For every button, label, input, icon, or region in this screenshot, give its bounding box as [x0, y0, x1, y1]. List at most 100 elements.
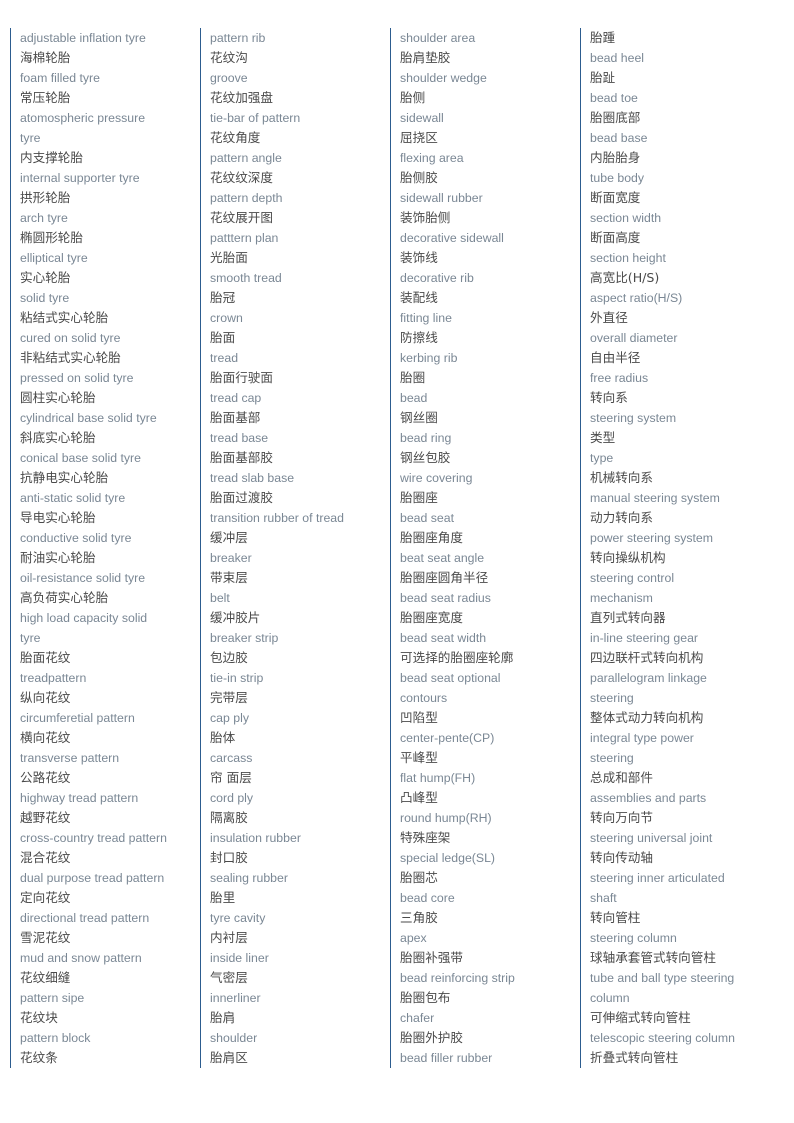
- glossary-term: innerliner: [210, 991, 261, 1005]
- glossary-term: 平峰型: [400, 750, 438, 765]
- glossary-term: shaft: [590, 891, 617, 905]
- glossary-term: 缓冲胶片: [210, 610, 261, 625]
- glossary-term: bead core: [400, 891, 455, 905]
- glossary-term: 球轴承套管式转向管柱: [590, 950, 716, 965]
- glossary-term: 转向管柱: [590, 910, 641, 925]
- glossary-term: 胎面过渡胶: [210, 490, 273, 505]
- glossary-term: 总成和部件: [590, 770, 653, 785]
- glossary-term: 混合花纹: [20, 850, 71, 865]
- glossary-term: special ledge(SL): [400, 851, 496, 865]
- glossary-term: 凸峰型: [400, 790, 438, 805]
- glossary-term: integral type power: [590, 731, 694, 745]
- glossary-term: 胎冠: [210, 290, 236, 305]
- glossary-term: steering system: [590, 411, 677, 425]
- glossary-term: 断面高度: [590, 230, 641, 245]
- glossary-term: 胎面花纹: [20, 650, 71, 665]
- glossary-term: tyre cavity: [210, 911, 266, 925]
- glossary-term: pattern rib: [210, 31, 266, 45]
- glossary-term: 拱形轮胎: [20, 190, 71, 205]
- glossary-term: 花纹条: [20, 1050, 58, 1065]
- glossary-term: tyre: [20, 631, 41, 645]
- glossary-term: 自由半径: [590, 350, 641, 365]
- glossary-term: pattern sipe: [20, 991, 85, 1005]
- glossary-term: steering control: [590, 571, 675, 585]
- glossary-term: patttern plan: [210, 231, 279, 245]
- glossary-term: 公路花纹: [20, 770, 71, 785]
- glossary-term: 胎侧胶: [400, 170, 438, 185]
- glossary-term: 胎肩垫胶: [400, 50, 451, 65]
- glossary-term: belt: [210, 591, 230, 605]
- glossary-term: bead seat radius: [400, 591, 491, 605]
- glossary-term: mud and snow pattern: [20, 951, 142, 965]
- glossary-term: 折叠式转向管柱: [590, 1050, 679, 1065]
- glossary-column-4: 胎踵 bead heel 胎趾 bead toe 胎圈底部 bead base 内胎胎身 tu…: [580, 28, 770, 1068]
- glossary-term: in-line steering gear: [590, 631, 699, 645]
- glossary-term: 花纹展开图: [210, 210, 273, 225]
- glossary-term: 防擦线: [400, 330, 438, 345]
- glossary-term: anti-static solid tyre: [20, 491, 126, 505]
- glossary-term: conical base solid tyre: [20, 451, 141, 465]
- glossary-term: overall diameter: [590, 331, 678, 345]
- glossary-term: telescopic steering column: [590, 1031, 735, 1045]
- glossary-term: 缓冲层: [210, 530, 248, 545]
- glossary-term: elliptical tyre: [20, 251, 88, 265]
- glossary-term: 带束层: [210, 570, 248, 585]
- glossary-term: bead seat: [400, 511, 455, 525]
- glossary-term: pattern depth: [210, 191, 283, 205]
- glossary-term: 气密层: [210, 970, 248, 985]
- glossary-term: round hump(RH): [400, 811, 492, 825]
- glossary-term: 胎面行驶面: [210, 370, 273, 385]
- glossary-term: free radius: [590, 371, 649, 385]
- glossary-term: 光胎面: [210, 250, 248, 265]
- glossary-term: tie-bar of pattern: [210, 111, 301, 125]
- glossary-term: 转向万向节: [590, 810, 653, 825]
- glossary-term: solid tyre: [20, 291, 70, 305]
- glossary-column-2: pattern rib 花纹沟 groove 花纹加强盘 tie-bar of patt…: [200, 28, 390, 1068]
- glossary-term: insulation rubber: [210, 831, 301, 845]
- glossary-term: sidewall rubber: [400, 191, 483, 205]
- glossary-term: smooth tread: [210, 271, 282, 285]
- glossary-term: bead toe: [590, 91, 638, 105]
- glossary-term: 胎圈芯: [400, 870, 438, 885]
- glossary-term: 耐油实心轮胎: [20, 550, 96, 565]
- glossary-term: bead seat optional: [400, 671, 501, 685]
- glossary-term: 三角胶: [400, 910, 438, 925]
- glossary-term: breaker: [210, 551, 252, 565]
- glossary-term: flat hump(FH): [400, 771, 476, 785]
- glossary-term: center-pente(CP): [400, 731, 495, 745]
- glossary-term: 钢丝包胶: [400, 450, 451, 465]
- glossary-term: 外直径: [590, 310, 628, 325]
- glossary-term: inside liner: [210, 951, 269, 965]
- glossary-term: 定向花纹: [20, 890, 71, 905]
- glossary-term: 装饰胎侧: [400, 210, 451, 225]
- glossary-term: mechanism: [590, 591, 653, 605]
- glossary-term: bead reinforcing strip: [400, 971, 515, 985]
- glossary-term: fitting line: [400, 311, 452, 325]
- glossary-term: 凹陷型: [400, 710, 438, 725]
- glossary-term: 花纹细缝: [20, 970, 71, 985]
- glossary-term: aspect ratio(H/S): [590, 291, 683, 305]
- glossary-term: 海棉轮胎: [20, 50, 71, 65]
- glossary-term: cap ply: [210, 711, 249, 725]
- glossary-term: carcass: [210, 751, 253, 765]
- glossary-term: arch tyre: [20, 211, 68, 225]
- glossary-term: wire covering: [400, 471, 473, 485]
- glossary-term: 胎趾: [590, 70, 616, 85]
- glossary-term: 装配线: [400, 290, 438, 305]
- glossary-term: steering: [590, 751, 634, 765]
- glossary-term: 斜底实心轮胎: [20, 430, 96, 445]
- glossary-term: 胎圈: [400, 370, 426, 385]
- glossary-term: shoulder wedge: [400, 71, 487, 85]
- glossary-term: 花纹加强盘: [210, 90, 273, 105]
- glossary-term: transverse pattern: [20, 751, 120, 765]
- glossary-term: tread slab base: [210, 471, 295, 485]
- glossary-term: 屈挠区: [400, 130, 438, 145]
- glossary-term: 转向系: [590, 390, 628, 405]
- glossary-term: highway tread pattern: [20, 791, 139, 805]
- glossary-term: section height: [590, 251, 666, 265]
- glossary-term: 花纹沟: [210, 50, 248, 65]
- glossary-term: 花纹纹深度: [210, 170, 273, 185]
- glossary-term: foam filled tyre: [20, 71, 100, 85]
- glossary-term: cross-country tread pattern: [20, 831, 167, 845]
- glossary-term: dual purpose tread pattern: [20, 871, 165, 885]
